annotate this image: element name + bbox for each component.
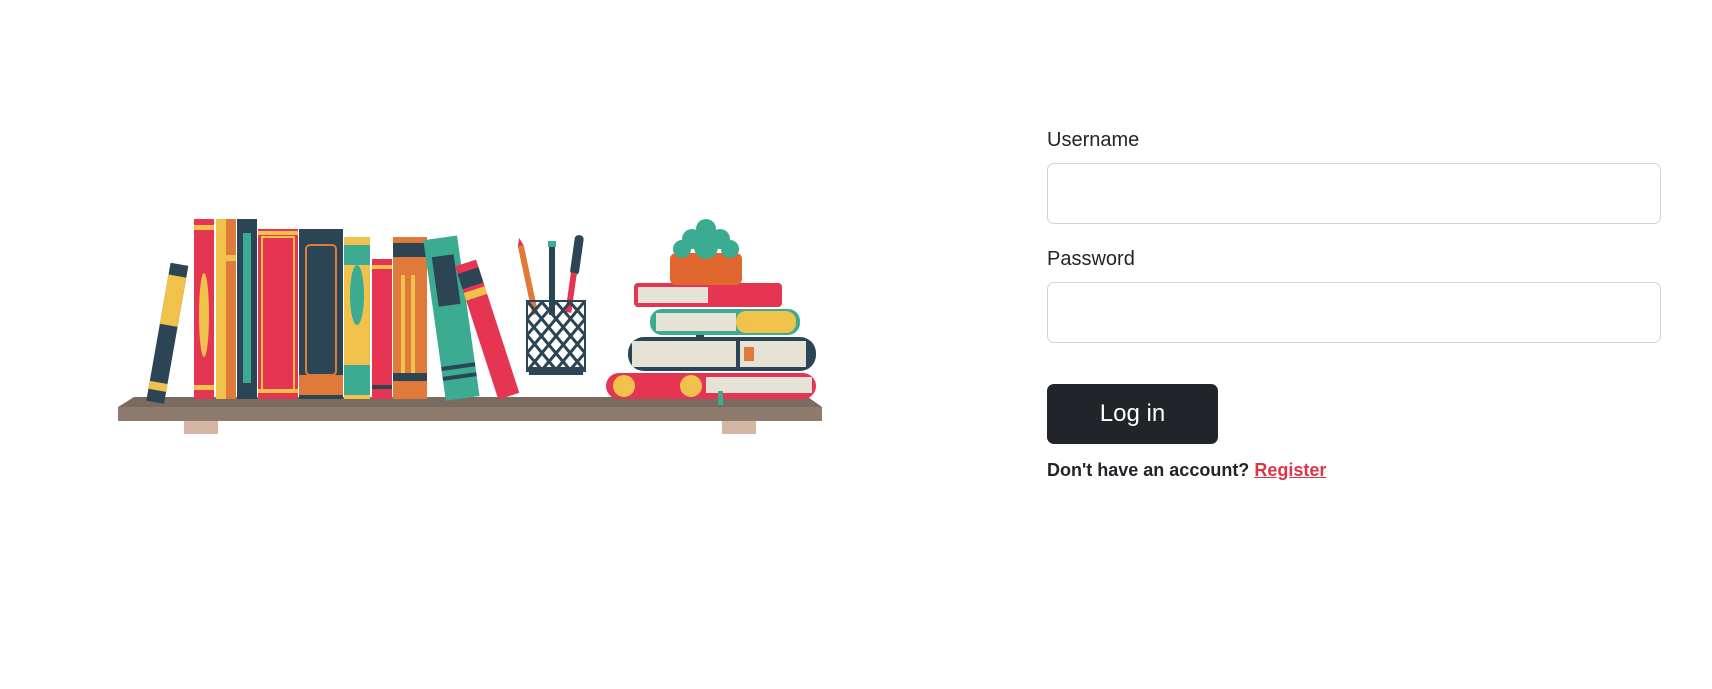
book-teal-leaning: [423, 235, 480, 401]
register-prompt-text: Don't have an account?: [1047, 460, 1250, 480]
pencil-cup: [517, 235, 587, 375]
book-red-oval: [194, 219, 214, 399]
book-leaning-left: [146, 262, 189, 404]
login-button[interactable]: Log in: [1047, 384, 1218, 444]
bookshelf-svg: [118, 219, 822, 434]
book-navy-teal: [237, 219, 257, 399]
password-group: Password: [1047, 245, 1661, 343]
username-group: Username: [1047, 126, 1661, 224]
bookshelf-illustration: [116, 215, 826, 440]
book-red-thin: [372, 259, 392, 399]
username-label: Username: [1047, 129, 1140, 151]
book-teal-yellow: [344, 237, 370, 399]
register-prompt: Don't have an account? Register: [1047, 460, 1661, 481]
book-orange: [393, 237, 427, 399]
book-navy-wide: [299, 229, 343, 399]
book-red-wide: [258, 229, 298, 399]
shelf-front: [118, 407, 822, 421]
register-link[interactable]: Register: [1254, 460, 1326, 480]
book-stack: [606, 219, 816, 405]
login-page: Username Password Log in Don't have an a…: [0, 0, 1712, 689]
login-form: Username Password Log in Don't have an a…: [1047, 126, 1661, 481]
book-yellow-orange: [216, 219, 236, 399]
username-input[interactable]: [1047, 163, 1661, 224]
password-input[interactable]: [1047, 282, 1661, 343]
plant-icon: [673, 219, 739, 259]
password-label: Password: [1047, 248, 1135, 270]
